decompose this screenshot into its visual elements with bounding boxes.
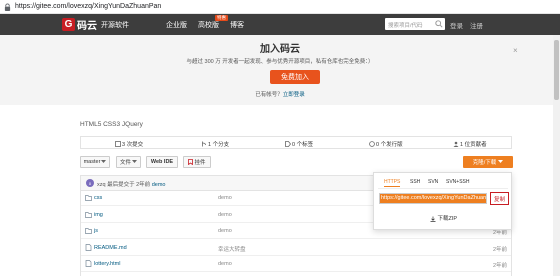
nav-enterprise[interactable]: 企业版	[166, 20, 187, 30]
folder-icon	[85, 211, 92, 218]
file-time: 2年前	[492, 246, 507, 253]
banner-login-line: 已有帐号？立即登录	[0, 90, 560, 98]
tab-svn-ssh[interactable]: SVN+SSH	[446, 179, 469, 185]
nav-open-source[interactable]: 开源软件	[101, 20, 129, 30]
banner-title: 加入码云	[260, 44, 300, 55]
file-name[interactable]: README.md	[94, 245, 127, 251]
file-name[interactable]: js	[94, 228, 98, 234]
commit-meta: xzq 最后提交于 2年前	[97, 182, 151, 188]
browser-address-bar[interactable]: https://gitee.com/lovexzq/XingYunDaZhuan…	[0, 0, 560, 14]
widget-button[interactable]: 挂件	[183, 156, 211, 168]
folder-icon	[85, 228, 92, 234]
file-commit-message[interactable]: demo	[218, 261, 232, 267]
tab-https[interactable]: HTTPS	[384, 179, 401, 187]
chevron-down-icon	[101, 160, 107, 163]
clone-url-input[interactable]: https://gitee.com/lovexzq/XingYunDaZhuan…	[379, 193, 487, 204]
have-account-text: 已有帐号？	[255, 92, 283, 98]
download-icon	[430, 216, 436, 222]
webide-button[interactable]: Web IDE	[146, 156, 178, 168]
latest-commit-text: xzq 最后提交于 2年前 demo	[97, 180, 165, 188]
lock-icon	[4, 3, 11, 11]
banner-close-icon[interactable]: ×	[513, 46, 518, 55]
file-name[interactable]: lottery.html	[94, 261, 121, 267]
file-time: 2年前	[492, 263, 507, 269]
signup-link[interactable]: 注册	[470, 20, 483, 30]
commit-message-link[interactable]: demo	[152, 182, 166, 188]
stat-contributors-label: 1 位贡献者	[460, 142, 487, 148]
stat-commits-label: 3 次提交	[122, 142, 144, 148]
chevron-down-icon	[498, 160, 504, 163]
top-navbar: G 码云 开源软件 企业版 特惠 高校版 博客 搜索项目/代码 登录 注册	[0, 14, 560, 35]
tab-ssh[interactable]: SSH	[410, 179, 420, 185]
file-menu-label: 文件	[119, 160, 131, 166]
scrollbar-thumb[interactable]	[554, 40, 559, 100]
stat-releases-label: 0 个发行版	[376, 142, 403, 148]
table-row[interactable]: lottery.html demo 2年前	[81, 257, 511, 272]
tab-svn[interactable]: SVN	[428, 179, 438, 185]
logo-text: 码云	[77, 21, 97, 32]
join-banner: 加入码云 与超过 300 万 开发者一起发现、参与优秀开源项目，私有仓库也完全免…	[0, 35, 560, 105]
file-name[interactable]: css	[94, 195, 102, 201]
copy-button[interactable]: 复制	[490, 192, 509, 205]
file-commit-message[interactable]: demo	[218, 195, 232, 201]
clone-popup: HTTPS SSH SVN SVN+SSH https://gitee.com/…	[373, 172, 512, 230]
chevron-down-icon	[132, 160, 137, 163]
logo-mark-icon: G	[62, 18, 75, 31]
table-row[interactable]: README.md 幸运大转盘 2年前	[81, 241, 511, 256]
banner-subtitle: 与超过 300 万 开发者一起发现、参与优秀开源项目，私有仓库也完全免费：）	[186, 59, 374, 65]
repo-stats-bar: 3 次提交 1 个分支 0 个标签 0 个发行版 1 位贡献者	[80, 136, 512, 149]
commit-icon	[115, 141, 121, 147]
join-free-button[interactable]: 免费加入	[270, 70, 320, 84]
search-placeholder: 搜索项目/代码	[388, 23, 423, 29]
tag-icon	[285, 141, 291, 147]
file-icon	[85, 243, 92, 251]
search-icon[interactable]	[435, 20, 443, 28]
repo-toolbar: master 文件 Web IDE 挂件 克隆/下载	[80, 156, 520, 170]
release-icon	[369, 141, 375, 147]
widget-label: 挂件	[194, 160, 206, 166]
file-commit-message[interactable]: 幸运大转盘	[218, 245, 246, 253]
file-icon	[85, 260, 92, 267]
gitee-logo[interactable]: G 码云	[62, 17, 97, 32]
page-scrollbar[interactable]	[553, 35, 560, 276]
popup-divider	[378, 188, 508, 189]
stat-branches[interactable]: 1 个分支	[201, 140, 229, 148]
stat-releases[interactable]: 0 个发行版	[369, 140, 403, 148]
login-now-link[interactable]: 立即登录	[283, 92, 305, 98]
clone-label: 克隆/下载	[472, 160, 497, 166]
file-name[interactable]: img	[94, 212, 103, 218]
login-link[interactable]: 登录	[450, 20, 463, 30]
contributors-icon	[453, 141, 459, 147]
nav-university[interactable]: 高校版	[198, 20, 219, 30]
branch-icon	[202, 141, 206, 147]
nav-blog[interactable]: 博客	[230, 20, 244, 30]
url-text[interactable]: https://gitee.com/lovexzq/XingYunDaZhuan…	[15, 3, 161, 10]
search-input[interactable]: 搜索项目/代码	[385, 18, 445, 30]
stat-commits[interactable]: 3 次提交	[115, 140, 143, 148]
download-zip-button[interactable]: 下载ZIP	[374, 214, 513, 222]
branch-label: master	[83, 159, 101, 165]
download-zip-label: 下载ZIP	[437, 216, 458, 222]
stat-contributors[interactable]: 1 位贡献者	[453, 140, 487, 148]
bookmark-icon	[188, 159, 194, 165]
avatar[interactable]: x	[86, 179, 94, 187]
stat-tags[interactable]: 0 个标签	[285, 140, 313, 148]
file-commit-message[interactable]: demo	[218, 212, 232, 218]
branch-select[interactable]: master	[80, 156, 110, 168]
stat-branches-label: 1 个分支	[208, 142, 230, 148]
file-commit-message[interactable]: demo	[218, 228, 232, 234]
clone-download-button[interactable]: 克隆/下载	[463, 156, 513, 168]
stat-tags-label: 0 个标签	[292, 142, 314, 148]
file-menu-button[interactable]: 文件	[116, 156, 141, 168]
clone-url-value: https://gitee.com/lovexzq/XingYunDaZhuan…	[380, 194, 486, 203]
folder-icon	[85, 195, 92, 201]
repo-description: HTML5 CSS3 JQuery	[80, 121, 143, 128]
